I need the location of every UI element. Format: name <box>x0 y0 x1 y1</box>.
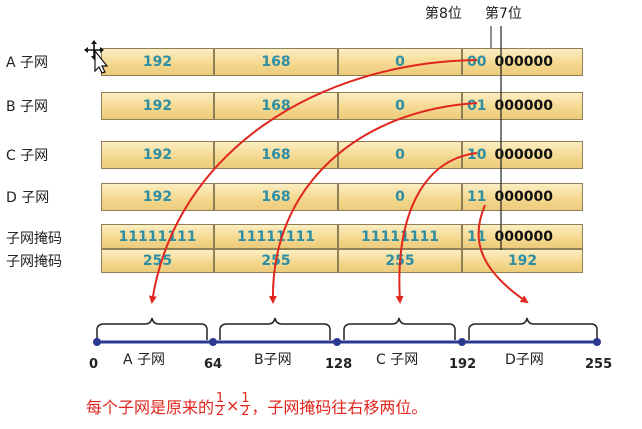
arrow-a <box>148 59 478 304</box>
times-sign: × <box>226 396 240 415</box>
brace-a <box>96 317 208 340</box>
move-cursor-icon <box>84 40 109 74</box>
tick-label-128: 128 <box>325 357 353 372</box>
segment-label-a: A 子网 <box>123 352 166 368</box>
arrow-d <box>477 204 529 304</box>
tick-dot <box>209 338 217 346</box>
brace-d <box>468 317 598 340</box>
note-suffix: ，子网掩码往右移两位。 <box>251 397 428 417</box>
segment-label-c: C 子网 <box>376 352 419 368</box>
fraction-half: 1 2 <box>240 392 251 419</box>
fraction-denominator: 2 <box>215 404 225 419</box>
brace-c <box>343 317 456 340</box>
segment-label-d: D子网 <box>505 352 544 368</box>
tick-label-255: 255 <box>585 357 613 372</box>
arrow-c <box>395 152 478 304</box>
fraction-denominator: 2 <box>241 404 250 419</box>
arrow-b <box>268 102 478 304</box>
segment-label-b: B子网 <box>254 352 292 368</box>
tick-label-192: 192 <box>449 357 477 372</box>
explanation-note: 每个子网是原来的 1 2 × 1 2 ，子网掩码往右移两位。 <box>86 392 428 419</box>
tick-dot <box>333 338 341 346</box>
note-prefix: 每个子网是原来的 <box>86 397 215 417</box>
tick-dot <box>458 338 466 346</box>
tick-label-64: 64 <box>204 357 223 372</box>
tick-dot <box>93 338 101 346</box>
tick-dot <box>593 338 601 346</box>
brace-b <box>219 317 331 340</box>
tick-label-0: 0 <box>89 357 99 372</box>
fraction-half: 1 2 <box>215 392 226 419</box>
